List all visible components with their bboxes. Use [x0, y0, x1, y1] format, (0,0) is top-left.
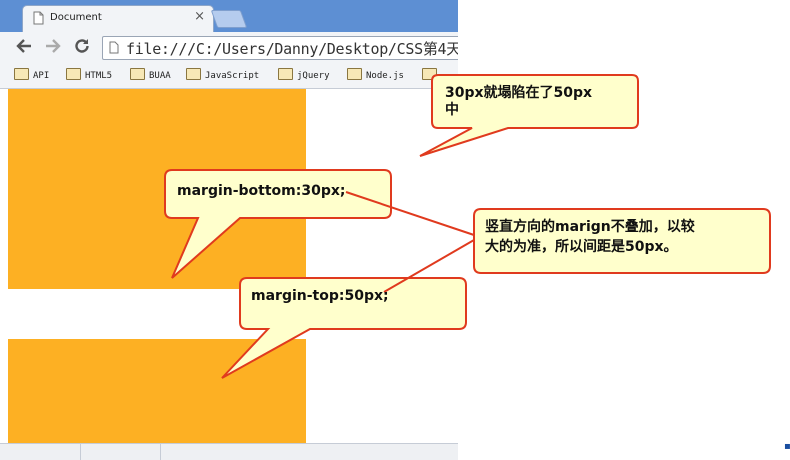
callout-margin-top-text: margin-top:50px;	[251, 288, 389, 304]
callout-collapse-text: 30px就塌陷在了50px 中	[445, 85, 593, 118]
callout-explanation-text: 竖直方向的marign不叠加，以较 大的为准，所以间距是50px。	[485, 219, 695, 255]
callout-margin-bottom-text: margin-bottom:30px;	[177, 183, 346, 199]
corner-mark: ▪	[784, 441, 790, 452]
